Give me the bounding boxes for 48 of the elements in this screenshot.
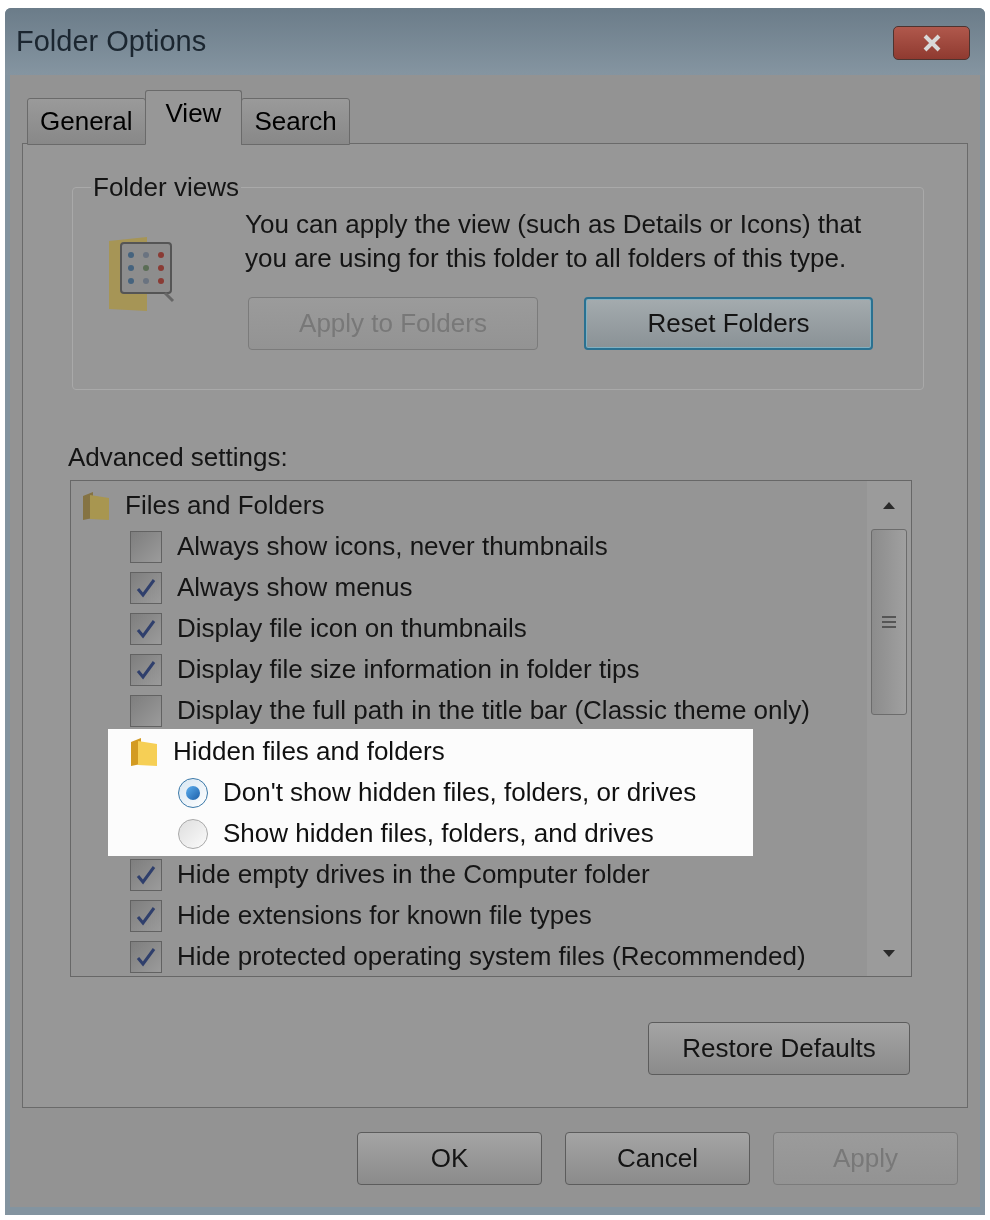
- tab[interactable]: Search: [241, 98, 350, 145]
- checkmark-icon: [136, 659, 156, 680]
- setting-label: Display file size information in folder tips: [177, 653, 640, 686]
- checkmark-icon: [136, 905, 156, 926]
- scrollbar-thumb[interactable]: [871, 529, 907, 715]
- checkbox[interactable]: [130, 530, 162, 563]
- reset-folders-button[interactable]: Reset Folders: [584, 297, 873, 350]
- checkmark-icon: [136, 577, 156, 598]
- checkbox[interactable]: [130, 694, 162, 727]
- checkmark-icon: [136, 618, 156, 639]
- restore-defaults-button[interactable]: Restore Defaults: [648, 1022, 910, 1075]
- window-title: Folder Options: [16, 23, 207, 59]
- setting-label: Hide protected operating system files (Recommended): [177, 940, 806, 973]
- setting-label: Hide extensions for known file types: [177, 899, 592, 932]
- option-label: Don't show hidden files, folders, or drives: [223, 776, 697, 809]
- checkbox[interactable]: [130, 571, 162, 604]
- folder-icon: [82, 490, 110, 521]
- setting-label: Always show icons, never thumbnails: [177, 530, 608, 563]
- scroll-down-icon[interactable]: [883, 949, 895, 957]
- setting-label: Display file icon on thumbnails: [177, 612, 527, 645]
- description-text: You can apply the view (such as Details or Icons) that you are using for this folder to all folders of this type.: [245, 208, 863, 275]
- setting-label: Hide empty drives in the Computer folder: [177, 858, 650, 891]
- advanced-settings-label: Advanced settings:: [68, 442, 288, 472]
- close-icon: [921, 33, 942, 52]
- folder-icon: [130, 736, 158, 767]
- checkmark-icon: [136, 946, 156, 967]
- close-button[interactable]: [893, 25, 970, 60]
- scroll-up-icon[interactable]: [883, 501, 895, 509]
- checkmark-icon: [136, 864, 156, 885]
- radio-button[interactable]: [178, 777, 208, 808]
- option-label: Show hidden files, folders, and drives: [223, 817, 654, 850]
- setting-label: Display the full path in the title bar (Classic theme only): [177, 694, 810, 727]
- tab[interactable]: View: [144, 90, 243, 145]
- setting-label: Always show menus: [177, 571, 413, 604]
- checkbox[interactable]: [130, 653, 162, 686]
- group-label: Files and Folders: [125, 489, 325, 522]
- grip-icon: [882, 616, 896, 628]
- checkbox[interactable]: [130, 858, 162, 891]
- checkbox[interactable]: [130, 940, 162, 973]
- radio-button[interactable]: [178, 818, 208, 849]
- cancel-button[interactable]: Cancel: [565, 1132, 750, 1185]
- checkbox[interactable]: [130, 612, 162, 645]
- ok-button[interactable]: OK: [357, 1132, 542, 1185]
- group-title: Folder views: [92, 172, 240, 202]
- group-label: Hidden files and folders: [173, 735, 445, 768]
- scrollbar[interactable]: [867, 481, 911, 976]
- tab[interactable]: General: [27, 98, 146, 145]
- checkbox[interactable]: [130, 899, 162, 932]
